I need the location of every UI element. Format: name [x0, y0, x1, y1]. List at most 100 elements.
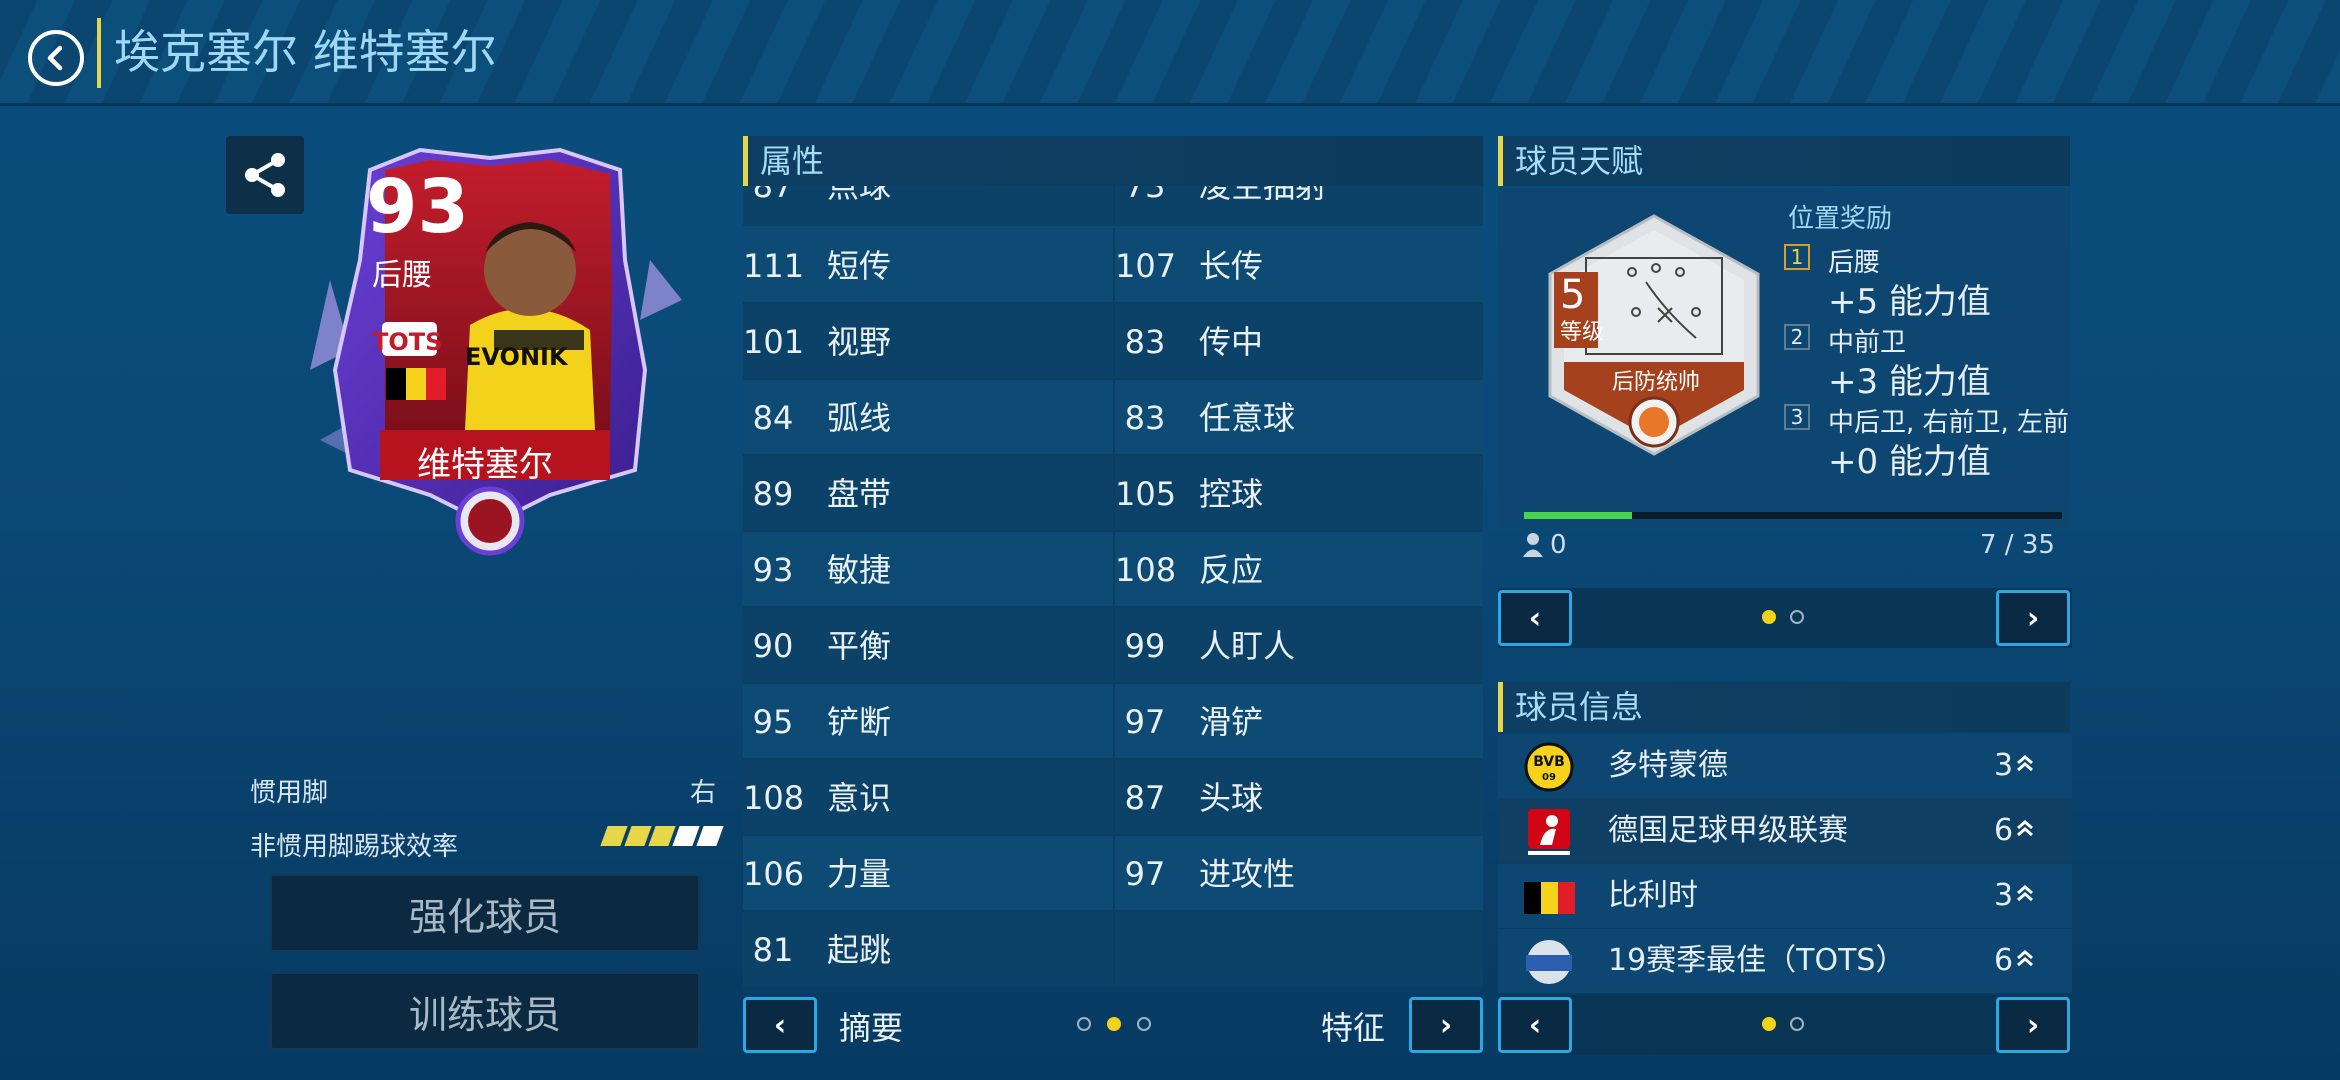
talent-level-label: 等级	[1560, 320, 1605, 345]
attr-value: 87	[752, 186, 794, 205]
info-prev-button[interactable]: ‹	[1498, 997, 1572, 1053]
chemistry-up-icon	[2017, 820, 2033, 837]
attr-value: 107	[1115, 247, 1177, 285]
attr-value: 106	[743, 855, 805, 893]
card-name: 维特塞尔	[417, 445, 553, 485]
attr-label: 意识	[827, 779, 892, 817]
svg-text:BVB: BVB	[1533, 754, 1565, 770]
upgrade-count-value: 0	[1550, 530, 1567, 560]
tots-badge: TOTS	[372, 328, 443, 356]
attr-label: 头球	[1199, 779, 1264, 817]
page-dot	[1077, 1017, 1091, 1031]
attr-row: 95 铲断 97 滑铲	[743, 684, 1483, 760]
info-club-count: 3	[1994, 748, 2014, 783]
talent-nav: ‹ ›	[1498, 588, 2072, 648]
attributes-prev-button[interactable]: ‹	[743, 997, 817, 1053]
talent-progress-text: 7 / 35	[1980, 530, 2055, 560]
attr-value: 90	[752, 627, 794, 665]
upgrade-player-button[interactable]: 强化球员	[270, 874, 700, 952]
attr-label: 力量	[827, 855, 892, 893]
attr-label: 人盯人	[1199, 627, 1296, 665]
attr-row-partial: 87 点球 73 凌空抽射	[743, 186, 1483, 226]
attr-cell: 87 头球	[1113, 760, 1483, 836]
star-empty	[696, 826, 724, 846]
bonus-value: +3 能力值	[1828, 362, 1991, 402]
attr-cell: 105 控球	[1113, 456, 1483, 532]
info-next-button[interactable]: ›	[1996, 997, 2070, 1053]
train-player-button[interactable]: 训练球员	[270, 972, 700, 1050]
info-page-dots	[1762, 1017, 1804, 1031]
attr-value: 108	[743, 779, 805, 817]
person-icon	[1523, 533, 1543, 557]
bonus-rank: 1	[1784, 244, 1810, 270]
attributes-next-button[interactable]: ›	[1409, 997, 1483, 1053]
attr-cell: 90 平衡	[743, 608, 1113, 684]
attr-value: 101	[743, 323, 805, 361]
attr-label: 盘带	[827, 475, 892, 513]
attr-value: 83	[1124, 323, 1166, 361]
belgium-flag-icon	[1524, 882, 1575, 914]
header-divider	[97, 18, 101, 88]
info-nation-name: 比利时	[1608, 878, 1698, 913]
attr-value: 108	[1115, 551, 1177, 589]
bonus-rank: 3	[1784, 404, 1810, 430]
info-row-program[interactable]: 19赛季最佳（TOTS） 6	[1498, 929, 2072, 993]
preferred-foot-label: 惯用脚	[250, 778, 329, 808]
attr-row: 108 意识 87 头球	[743, 760, 1483, 836]
attr-row: 111 短传 107 长传	[743, 228, 1483, 304]
info-nation-count: 3	[1994, 878, 2014, 913]
chevron-right-icon: ›	[2026, 600, 2040, 636]
chevron-left-icon: ‹	[1528, 600, 1542, 636]
share-icon	[245, 153, 285, 197]
page-dot	[1137, 1017, 1151, 1031]
attr-row: 101 视野 83 传中	[743, 304, 1483, 380]
summary-label: 摘要	[839, 1009, 904, 1047]
bonus-value: +5 能力值	[1828, 282, 1991, 322]
attributes-nav: ‹ 摘要 特征 ›	[743, 995, 1483, 1055]
info-nav: ‹ ›	[1498, 995, 2072, 1055]
attr-cell: 83 任意球	[1113, 380, 1483, 456]
card-rating: 93	[366, 164, 469, 250]
info-program-count: 6	[1994, 943, 2014, 978]
tots-icon	[1526, 940, 1572, 984]
attr-value: 97	[1124, 703, 1166, 741]
star-empty	[672, 826, 700, 846]
attr-cell: 111 短传	[743, 228, 1113, 304]
player-info-title: 球员信息	[1498, 682, 2070, 732]
page-dot-active	[1762, 610, 1776, 624]
attr-value: 99	[1124, 627, 1166, 665]
attr-cell: 97 滑铲	[1113, 684, 1483, 760]
talent-page-dots	[1762, 610, 1804, 624]
position-bonus-item: 3 中后卫, 右前卫, 左前卫 +0 能力值	[1784, 402, 2070, 482]
talent-prev-button[interactable]: ‹	[1498, 590, 1572, 646]
attr-cell	[1113, 912, 1483, 988]
page-title: 埃克塞尔 维特塞尔	[114, 25, 497, 79]
attr-label: 传中	[1199, 323, 1264, 361]
back-button[interactable]	[28, 30, 84, 86]
attr-cell: 108 反应	[1113, 532, 1483, 608]
attr-row: 106 力量 97 进攻性	[743, 836, 1483, 912]
attr-value: 111	[743, 247, 805, 285]
attr-cell: 101 视野	[743, 304, 1113, 380]
attr-row: 93 敏捷 108 反应	[743, 532, 1483, 608]
attr-label: 点球	[827, 186, 892, 205]
attr-row: 89 盘带 105 控球	[743, 456, 1483, 532]
weak-foot-label: 非惯用脚踢球效率	[250, 832, 459, 862]
attr-value: 73	[1124, 186, 1166, 205]
sponsor-logo: EVONIK	[465, 343, 568, 371]
info-row-nation[interactable]: 比利时 3	[1498, 864, 2072, 928]
weak-foot-rating	[600, 826, 724, 846]
info-row-club[interactable]: BVB 09 多特蒙德 3	[1498, 734, 2072, 798]
page-dot	[1790, 610, 1804, 624]
attr-row: 84 弧线 83 任意球	[743, 380, 1483, 456]
bonus-rank: 2	[1784, 324, 1810, 350]
info-row-league[interactable]: 德国足球甲级联赛 6	[1498, 799, 2072, 863]
attr-label: 弧线	[827, 399, 892, 437]
talent-level: 5	[1560, 272, 1586, 318]
chevron-right-icon: ›	[2026, 1007, 2040, 1043]
attr-label: 任意球	[1199, 399, 1296, 437]
attr-cell: 99 人盯人	[1113, 608, 1483, 684]
attr-cell: 106 力量	[743, 836, 1113, 912]
talent-next-button[interactable]: ›	[1996, 590, 2070, 646]
attr-label: 控球	[1199, 475, 1264, 513]
